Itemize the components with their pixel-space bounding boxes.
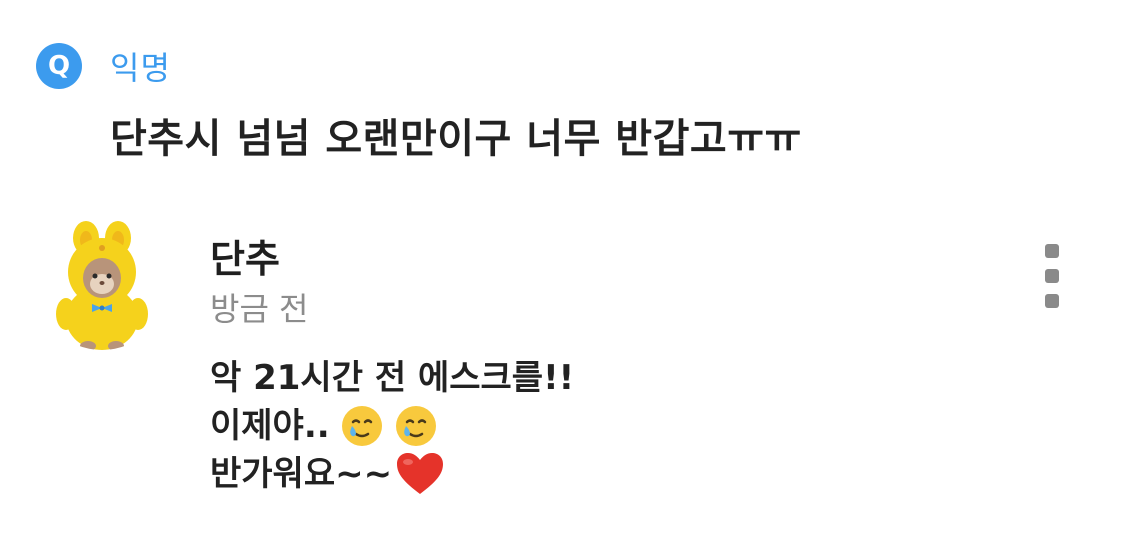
smiling-face-with-tear-icon [341,406,382,446]
more-options-button[interactable] [1040,244,1064,308]
question-header: Q 익명 [36,42,171,90]
red-heart-icon [397,453,444,494]
answer-line: 반가워요~~ [210,450,574,498]
smiling-face-with-tear-icon [395,406,436,446]
question-text: 단추시 넘넘 오랜만이구 너무 반갑고ㅠㅠ [110,116,802,162]
avatar-image [36,218,168,350]
answer-line: 악 21시간 전 에스크를!! [210,358,575,398]
answer-timestamp: 방금 전 [210,290,309,328]
question-author: 익명 [110,49,171,87]
answer-text: 악 21시간 전 에스크를!! 이제야.. 반가워요~~ [210,354,574,498]
more-vertical-icon [1045,244,1059,258]
question-badge: Q [36,43,82,89]
avatar[interactable] [36,218,168,350]
answer-author[interactable]: 단추 [210,228,280,283]
answer-line: 이제야.. [210,402,574,450]
